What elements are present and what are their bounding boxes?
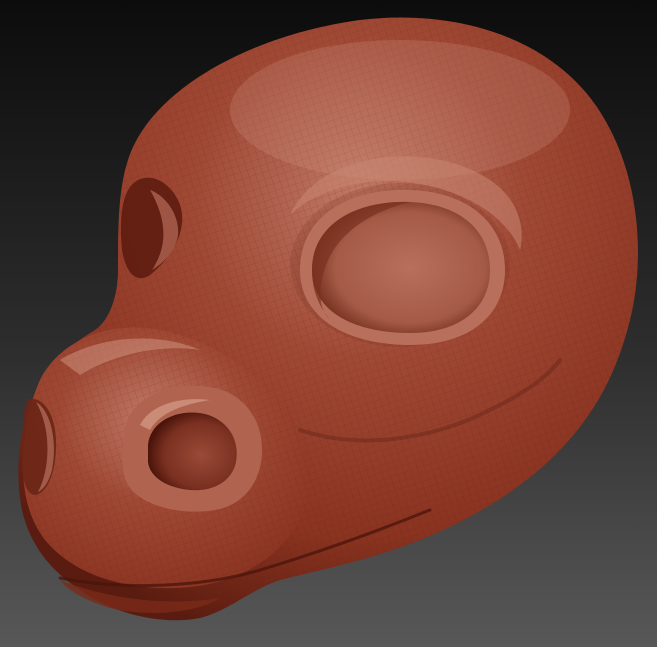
model-canvas[interactable] [0,0,657,647]
sculpt-viewport[interactable] [0,0,657,647]
right-nostril [148,412,237,491]
